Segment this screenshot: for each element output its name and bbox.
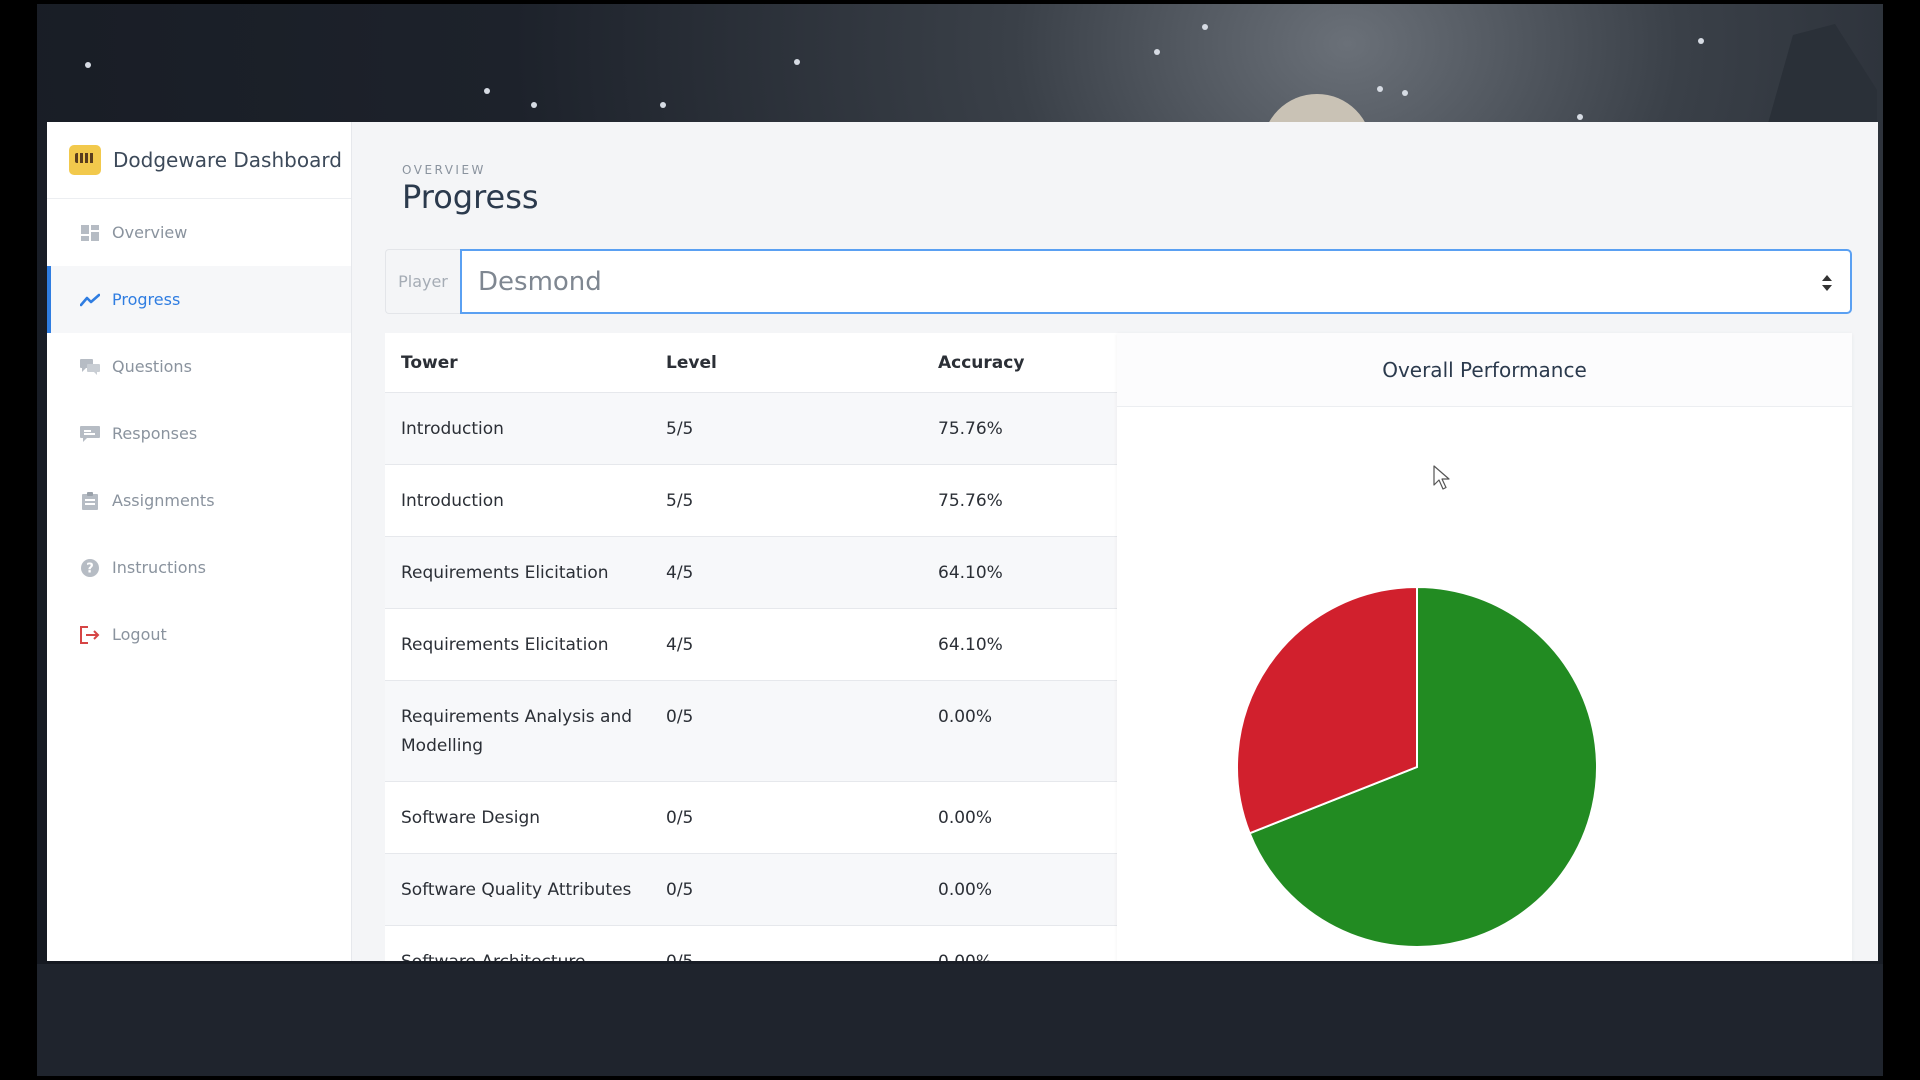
sidebar-item-responses[interactable]: Responses bbox=[47, 400, 351, 467]
tower-cell: Software Architecture bbox=[385, 926, 666, 961]
column-header-accuracy: Accuracy bbox=[938, 352, 1025, 373]
level-cell: 0/5 bbox=[666, 926, 938, 961]
sidebar: Dodgeware Dashboard Overview Progress Qu… bbox=[47, 122, 352, 961]
sidebar-item-progress[interactable]: Progress bbox=[47, 266, 351, 333]
tower-cell: Requirements Elicitation bbox=[401, 635, 609, 655]
tower-cell: Introduction bbox=[401, 419, 504, 439]
sidebar-item-label: Progress bbox=[112, 290, 181, 309]
sidebar-item-label: Instructions bbox=[112, 558, 206, 577]
player-label: Player bbox=[385, 249, 460, 314]
accuracy-cell: 0.00% bbox=[938, 926, 1117, 961]
level-cell: 0/5 bbox=[666, 880, 694, 900]
dashboard-icon bbox=[80, 224, 100, 242]
sidebar-item-label: Logout bbox=[112, 625, 167, 644]
star-decoration bbox=[1402, 90, 1408, 96]
table-row: Introduction 5/5 75.76% bbox=[385, 393, 1117, 465]
sidebar-item-overview[interactable]: Overview bbox=[47, 199, 351, 266]
level-cell: 0/5 bbox=[666, 707, 694, 727]
overall-performance-card: Overall Performance bbox=[1117, 333, 1852, 961]
accuracy-cell: 64.10% bbox=[938, 635, 1003, 655]
column-header-tower: Tower bbox=[401, 352, 458, 373]
star-decoration bbox=[484, 88, 490, 94]
table-row: Requirements Elicitation 4/5 64.10% bbox=[385, 537, 1117, 609]
trend-line-icon bbox=[80, 291, 100, 309]
clipboard-icon bbox=[80, 491, 100, 510]
level-cell: 5/5 bbox=[666, 419, 694, 439]
level-cell: 0/5 bbox=[666, 808, 694, 828]
accuracy-cell: 0.00% bbox=[938, 808, 993, 828]
table-row: Software Quality Attributes 0/5 0.00% bbox=[385, 854, 1117, 926]
progress-table: Tower Level Accuracy Introduction 5/5 75.7… bbox=[385, 333, 1117, 961]
chat-bubbles-icon bbox=[80, 358, 100, 376]
table-row: Requirements Elicitation 4/5 64.10% bbox=[385, 609, 1117, 681]
select-arrows-icon bbox=[1822, 275, 1832, 291]
table-body: Introduction 5/5 75.76% Introduction 5/5 75.7… bbox=[385, 393, 1117, 961]
accuracy-cell: 0.00% bbox=[938, 707, 993, 727]
dashboard-window: Dodgeware Dashboard Overview Progress Qu… bbox=[47, 122, 1878, 961]
accuracy-cell: 75.76% bbox=[938, 491, 1003, 511]
player-select-value: Desmond bbox=[478, 266, 602, 297]
pie-chart bbox=[1236, 585, 1598, 948]
player-selector: Player Desmond bbox=[385, 249, 1852, 314]
tower-cell: Software Quality Attributes bbox=[401, 880, 632, 900]
star-decoration bbox=[1154, 49, 1160, 55]
star-decoration bbox=[531, 102, 537, 108]
tower-cell: Requirements Elicitation bbox=[401, 563, 609, 583]
sidebar-item-label: Questions bbox=[112, 357, 192, 376]
sidebar-item-label: Assignments bbox=[112, 491, 215, 510]
star-decoration bbox=[1377, 86, 1383, 92]
star-decoration bbox=[1577, 114, 1583, 120]
sidebar-item-assignments[interactable]: Assignments bbox=[47, 467, 351, 534]
tower-cell: Introduction bbox=[401, 491, 504, 511]
rock-decoration bbox=[1765, 24, 1877, 134]
accuracy-cell: 75.76% bbox=[938, 419, 1003, 439]
main-content: OVERVIEW Progress Player Desmond Tower L… bbox=[352, 122, 1878, 961]
svg-text:?: ? bbox=[86, 561, 94, 576]
tower-cell: Software Design bbox=[401, 808, 541, 828]
table-row: Introduction 5/5 75.76% bbox=[385, 465, 1117, 537]
app-title: Dodgeware Dashboard bbox=[113, 148, 342, 172]
star-decoration bbox=[660, 102, 666, 108]
accuracy-cell: 64.10% bbox=[938, 563, 1003, 583]
sidebar-item-logout[interactable]: Logout bbox=[47, 601, 351, 668]
dodgeware-logo-icon bbox=[69, 145, 101, 175]
chart-title: Overall Performance bbox=[1117, 333, 1852, 407]
question-circle-icon: ? bbox=[80, 558, 100, 577]
level-cell: 4/5 bbox=[666, 635, 694, 655]
sidebar-item-label: Responses bbox=[112, 424, 198, 443]
star-decoration bbox=[1698, 38, 1704, 44]
mouse-cursor-icon bbox=[1433, 465, 1450, 490]
sidebar-item-questions[interactable]: Questions bbox=[47, 333, 351, 400]
table-row: Software Architecture0/50.00% bbox=[385, 926, 1117, 961]
table-header: Tower Level Accuracy bbox=[385, 333, 1117, 393]
table-row: Requirements Analysis and Modelling 0/5 0.… bbox=[385, 681, 1117, 782]
page-eyebrow: OVERVIEW bbox=[402, 163, 486, 177]
level-cell: 5/5 bbox=[666, 491, 694, 511]
column-header-level: Level bbox=[666, 352, 717, 373]
star-decoration bbox=[794, 59, 800, 65]
star-decoration bbox=[1202, 24, 1208, 30]
player-select[interactable]: Desmond bbox=[460, 249, 1852, 314]
level-cell: 4/5 bbox=[666, 563, 694, 583]
message-icon bbox=[80, 425, 100, 443]
logout-icon bbox=[80, 625, 100, 644]
star-decoration bbox=[85, 62, 91, 68]
ground-decoration bbox=[37, 964, 1883, 1076]
tower-cell: Requirements Analysis and Modelling bbox=[401, 707, 633, 756]
sidebar-item-label: Overview bbox=[112, 223, 188, 242]
accuracy-cell: 0.00% bbox=[938, 880, 993, 900]
brand[interactable]: Dodgeware Dashboard bbox=[47, 122, 351, 199]
table-row: Software Design 0/5 0.00% bbox=[385, 782, 1117, 854]
page-title: Progress bbox=[402, 178, 539, 216]
sidebar-item-instructions[interactable]: ? Instructions bbox=[47, 534, 351, 601]
